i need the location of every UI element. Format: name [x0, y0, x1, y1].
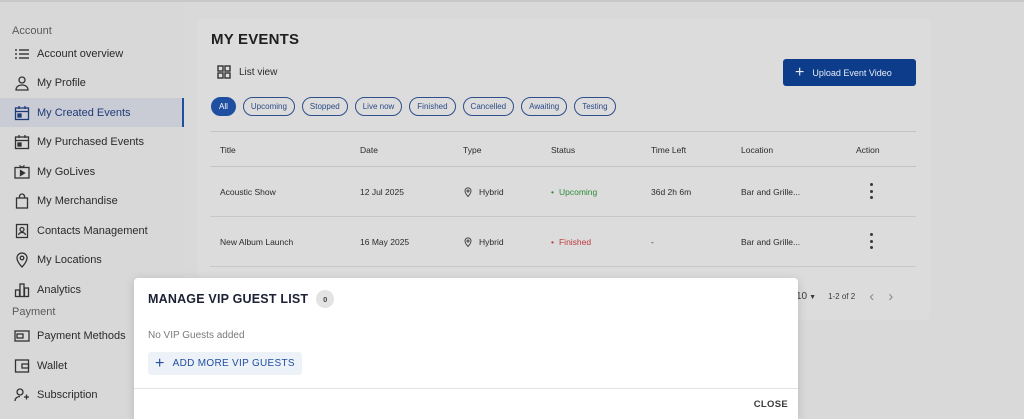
chevron-down-icon: ▼: [809, 294, 817, 301]
guest-count-badge: 0: [316, 290, 335, 308]
sidebar-item-my-profile[interactable]: My Profile: [0, 68, 184, 97]
sidebar-item-my-locations[interactable]: My Locations: [0, 245, 184, 274]
event-status: • Upcoming: [551, 187, 597, 197]
event-type: Hybrid: [463, 237, 504, 247]
page-range: 1-2 of 2: [828, 292, 856, 301]
person-icon: [14, 75, 30, 91]
location-pin-icon: [14, 251, 30, 268]
rows-per-page-select[interactable]: 10 ▼: [796, 291, 816, 302]
sidebar-item-label: My Locations: [37, 253, 102, 266]
event-title: New Album Launch: [220, 237, 294, 247]
vip-guest-list-dialog: MANAGE VIP GUEST LIST 0 No VIP Guests ad…: [134, 278, 798, 419]
subscription-icon: [14, 387, 30, 403]
event-type: Hybrid: [463, 187, 504, 197]
status-dot: •: [551, 187, 554, 197]
bar-chart-icon: [14, 282, 30, 298]
status-filter-chips: All Upcoming Stopped Live now Finished C…: [211, 97, 616, 116]
tv-play-icon: [14, 164, 30, 180]
sidebar-item-label: Contacts Management: [37, 224, 148, 237]
upload-event-video-button[interactable]: + Upload Event Video: [783, 59, 916, 86]
empty-state-text: No VIP Guests added: [148, 330, 245, 341]
table-row[interactable]: New Album Launch 16 May 2025 Hybrid • Fin…: [210, 217, 916, 267]
sidebar-item-my-created-events[interactable]: My Created Events: [0, 98, 184, 127]
sidebar-section-account: Account: [12, 25, 52, 37]
sidebar-item-my-golives[interactable]: My GoLives: [0, 157, 184, 186]
column-header-date[interactable]: Date: [360, 145, 378, 155]
sidebar-item-contacts-management[interactable]: Contacts Management: [0, 216, 184, 245]
sidebar-item-label: Payment Methods: [37, 329, 126, 342]
status-label: Finished: [558, 237, 592, 247]
event-title: Acoustic Show: [220, 187, 276, 197]
list-view-label: List view: [239, 66, 278, 78]
sidebar-item-label: Analytics: [37, 283, 82, 296]
event-location: Bar and Grille...: [741, 187, 801, 197]
list-view-toggle[interactable]: List view: [217, 65, 277, 79]
event-time-left: -: [651, 237, 654, 247]
next-page-icon[interactable]: ›: [888, 289, 893, 304]
page-title: MY EVENTS: [211, 31, 300, 48]
sidebar-item-my-purchased-events[interactable]: My Purchased Events: [0, 127, 184, 156]
table-row[interactable]: Acoustic Show 12 Jul 2025 Hybrid • Upcomi…: [210, 167, 916, 217]
column-header-location[interactable]: Location: [741, 145, 773, 155]
wallet-icon: [14, 358, 30, 374]
add-vip-guests-button[interactable]: + ADD MORE VIP GUESTS: [148, 352, 302, 375]
column-header-action: Action: [856, 145, 880, 155]
sidebar-item-account-overview[interactable]: Account overview: [0, 39, 184, 68]
close-button[interactable]: CLOSE: [754, 399, 788, 410]
filter-chip-all[interactable]: All: [211, 97, 236, 116]
events-card: MY EVENTS List view + Upload Event Video…: [198, 18, 930, 320]
more-vert-icon[interactable]: [868, 183, 874, 199]
column-header-time-left[interactable]: Time Left: [651, 145, 686, 155]
column-header-type[interactable]: Type: [463, 145, 481, 155]
shopping-bag-icon: [14, 192, 30, 209]
filter-chip-finished[interactable]: Finished: [409, 97, 456, 116]
filter-chip-cancelled[interactable]: Cancelled: [462, 97, 515, 116]
sidebar-item-label: My GoLives: [37, 165, 96, 178]
grid-icon: [217, 65, 239, 79]
sidebar-section-payment: Payment: [12, 306, 56, 318]
dialog-title-text: MANAGE VIP GUEST LIST: [148, 292, 309, 306]
filter-chip-live-now[interactable]: Live now: [354, 97, 403, 116]
filter-chip-stopped[interactable]: Stopped: [301, 97, 348, 116]
filter-chip-testing[interactable]: Testing: [574, 97, 616, 116]
filter-chip-upcoming[interactable]: Upcoming: [242, 97, 295, 116]
previous-page-icon[interactable]: ‹: [869, 289, 874, 304]
event-location: Bar and Grille...: [741, 237, 801, 247]
status-label: Upcoming: [558, 187, 598, 197]
status-dot: •: [551, 237, 554, 247]
payment-card-icon: [14, 328, 30, 344]
location-pin-icon: [464, 237, 472, 247]
event-status: • Finished: [551, 237, 591, 247]
upload-button-label: Upload Event Video: [812, 67, 892, 78]
event-time-left: 36d 2h 6m: [651, 187, 692, 197]
plus-icon: +: [795, 63, 805, 81]
location-pin-icon: [464, 187, 472, 197]
calendar-icon: [14, 105, 30, 121]
sidebar-item-label: Account overview: [37, 47, 124, 60]
more-vert-icon[interactable]: [868, 233, 874, 249]
sidebar-item-label: My Purchased Events: [37, 135, 144, 148]
sidebar-item-my-merchandise[interactable]: My Merchandise: [0, 186, 184, 215]
dialog-title: MANAGE VIP GUEST LIST 0: [148, 290, 335, 308]
sidebar-item-label: My Profile: [37, 76, 86, 89]
column-header-status[interactable]: Status: [551, 145, 575, 155]
column-header-title[interactable]: Title: [220, 145, 236, 155]
sidebar-item-label: Wallet: [37, 359, 68, 372]
table-header: Title Date Type Status Time Left Locatio…: [210, 131, 916, 167]
dialog-divider: [134, 388, 798, 389]
event-date: 12 Jul 2025: [360, 187, 404, 197]
list-icon: [14, 46, 30, 62]
event-type-label: Hybrid: [479, 237, 504, 247]
pagination: 10 ▼ 1-2 of 2 ‹ ›: [796, 289, 893, 304]
sidebar-item-label: My Merchandise: [37, 194, 118, 207]
event-date: 16 May 2025: [360, 237, 410, 247]
contact-card-icon: [14, 223, 30, 239]
plus-icon: +: [155, 354, 165, 372]
sidebar-item-label: My Created Events: [37, 106, 131, 119]
calendar-icon: [14, 134, 30, 150]
event-type-label: Hybrid: [479, 187, 504, 197]
filter-chip-awaiting[interactable]: Awaiting: [521, 97, 568, 116]
sidebar-item-label: Subscription: [37, 388, 98, 401]
add-button-label: ADD MORE VIP GUESTS: [172, 358, 295, 369]
